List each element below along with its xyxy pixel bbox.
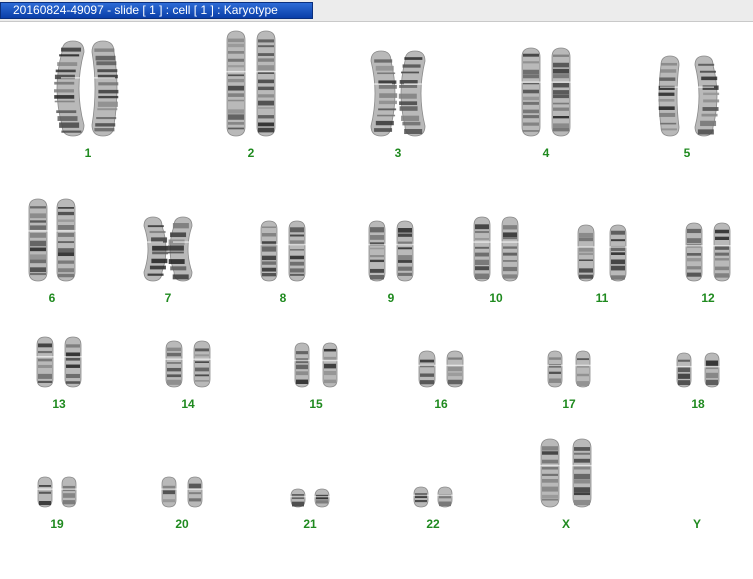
chromosome-6-copy-1[interactable] bbox=[28, 198, 48, 282]
chromosome-3-copy-2[interactable] bbox=[398, 50, 426, 137]
chromosome-19-copy-2[interactable] bbox=[61, 476, 77, 508]
chromosome-image-22 bbox=[413, 486, 453, 508]
chromosome-1-copy-2[interactable] bbox=[91, 40, 119, 137]
chromosome-label-20: 20 bbox=[175, 517, 189, 531]
chromosome-label-11: 11 bbox=[595, 291, 609, 305]
chromosome-x-copy-2[interactable] bbox=[572, 438, 592, 508]
chromosome-13-copy-2[interactable] bbox=[64, 336, 82, 388]
chromosome-label-x: X bbox=[561, 517, 570, 531]
chromosome-14-copy-2[interactable] bbox=[193, 340, 211, 388]
chromosome-label-6: 6 bbox=[48, 291, 56, 305]
chromosome-20-copy-1[interactable] bbox=[161, 476, 177, 508]
chromosome-22-copy-2[interactable] bbox=[437, 486, 453, 508]
chromosome-label-2: 2 bbox=[247, 146, 255, 160]
chromosome-13-copy-1[interactable] bbox=[36, 336, 54, 388]
karyotype-panel: 1 2 3 4 5 6 7 8 9 10 11 12 13 14 15 16 17 18 19 20 21 22 X Y bbox=[0, 22, 753, 579]
chromosome-1-copy-1[interactable] bbox=[54, 40, 85, 137]
chromosome-image-8 bbox=[260, 220, 306, 282]
chromosome-image-18 bbox=[676, 352, 720, 388]
chromosome-label-14: 14 bbox=[181, 397, 195, 411]
chromosome-image-5 bbox=[658, 55, 720, 137]
chromosome-label-7: 7 bbox=[164, 291, 172, 305]
chromosome-image-12 bbox=[685, 222, 731, 282]
chromosome-image-21 bbox=[290, 488, 330, 508]
chromosome-11-copy-2[interactable] bbox=[609, 224, 627, 282]
chromosome-label-3: 3 bbox=[394, 146, 402, 160]
chromosome-label-5: 5 bbox=[683, 146, 691, 160]
chromosome-image-1 bbox=[54, 40, 119, 137]
chromosome-14-copy-1[interactable] bbox=[165, 340, 183, 388]
chromosome-17-copy-2[interactable] bbox=[575, 350, 591, 388]
chromosome-image-17 bbox=[547, 350, 591, 388]
chromosome-image-7 bbox=[143, 216, 193, 282]
chromosome-3-copy-1[interactable] bbox=[370, 50, 398, 137]
chromosome-15-copy-1[interactable] bbox=[294, 342, 310, 388]
chromosome-18-copy-2[interactable] bbox=[704, 352, 720, 388]
chromosome-label-13: 13 bbox=[52, 397, 66, 411]
chromosome-18-copy-1[interactable] bbox=[676, 352, 692, 388]
chromosome-4-copy-2[interactable] bbox=[551, 47, 571, 137]
chromosome-image-15 bbox=[294, 342, 338, 388]
window-titlebar: 20160824-49097 - slide [ 1 ] : cell [ 1 … bbox=[0, 0, 753, 22]
chromosome-12-copy-2[interactable] bbox=[713, 222, 731, 282]
chromosome-x-copy-1[interactable] bbox=[540, 438, 560, 508]
chromosome-2-copy-2[interactable] bbox=[256, 30, 276, 137]
chromosome-label-15: 15 bbox=[309, 397, 323, 411]
chromosome-image-13 bbox=[36, 336, 82, 388]
chromosome-label-12: 12 bbox=[701, 291, 715, 305]
chromosome-label-18: 18 bbox=[691, 397, 705, 411]
chromosome-label-8: 8 bbox=[279, 291, 287, 305]
window-title: 20160824-49097 - slide [ 1 ] : cell [ 1 … bbox=[13, 3, 278, 17]
chromosome-9-copy-1[interactable] bbox=[368, 220, 386, 282]
chromosome-image-14 bbox=[165, 340, 211, 388]
chromosome-image-11 bbox=[577, 224, 627, 282]
chromosome-16-copy-1[interactable] bbox=[418, 350, 436, 388]
chromosome-label-10: 10 bbox=[489, 291, 503, 305]
chromosome-12-copy-1[interactable] bbox=[685, 222, 703, 282]
chromosome-image-16 bbox=[418, 350, 464, 388]
chromosome-image-2 bbox=[226, 30, 276, 137]
chromosome-19-copy-1[interactable] bbox=[37, 476, 53, 508]
chromosome-image-9 bbox=[368, 220, 414, 282]
chromosome-image-20 bbox=[161, 476, 203, 508]
window-title-tab[interactable]: 20160824-49097 - slide [ 1 ] : cell [ 1 … bbox=[0, 2, 313, 19]
chromosome-2-copy-1[interactable] bbox=[226, 30, 246, 137]
chromosome-label-16: 16 bbox=[434, 397, 448, 411]
chromosome-7-copy-2[interactable] bbox=[167, 216, 193, 282]
chromosome-21-copy-1[interactable] bbox=[290, 488, 306, 508]
chromosome-5-copy-1[interactable] bbox=[658, 55, 680, 137]
chromosome-label-17: 17 bbox=[562, 397, 576, 411]
chromosome-label-9: 9 bbox=[387, 291, 395, 305]
chromosome-9-copy-2[interactable] bbox=[396, 220, 414, 282]
chromosome-label-21: 21 bbox=[303, 517, 317, 531]
chromosome-8-copy-1[interactable] bbox=[260, 220, 278, 282]
chromosome-10-copy-1[interactable] bbox=[473, 216, 491, 282]
chromosome-label-22: 22 bbox=[426, 517, 440, 531]
chromosome-image-4 bbox=[521, 47, 571, 137]
chromosome-16-copy-2[interactable] bbox=[446, 350, 464, 388]
chromosome-image-x bbox=[540, 438, 592, 508]
chromosome-10-copy-2[interactable] bbox=[501, 216, 519, 282]
chromosome-17-copy-1[interactable] bbox=[547, 350, 563, 388]
chromosome-image-3 bbox=[370, 50, 426, 137]
chromosome-7-copy-1[interactable] bbox=[143, 216, 169, 282]
chromosome-20-copy-2[interactable] bbox=[187, 476, 203, 508]
chromosome-label-19: 19 bbox=[50, 517, 64, 531]
chromosome-5-copy-2[interactable] bbox=[694, 55, 720, 137]
chromosome-label-y: Y bbox=[692, 517, 701, 531]
chromosome-image-10 bbox=[473, 216, 519, 282]
chromosome-image-19 bbox=[37, 476, 77, 508]
chromosome-21-copy-2[interactable] bbox=[314, 488, 330, 508]
chromosome-4-copy-1[interactable] bbox=[521, 47, 541, 137]
chromosome-11-copy-1[interactable] bbox=[577, 224, 595, 282]
chromosome-image-6 bbox=[28, 198, 76, 282]
chromosome-15-copy-2[interactable] bbox=[322, 342, 338, 388]
chromosome-label-1: 1 bbox=[84, 146, 92, 160]
chromosome-6-copy-2[interactable] bbox=[56, 198, 76, 282]
chromosome-8-copy-2[interactable] bbox=[288, 220, 306, 282]
chromosome-label-4: 4 bbox=[542, 146, 550, 160]
chromosome-22-copy-1[interactable] bbox=[413, 486, 429, 508]
